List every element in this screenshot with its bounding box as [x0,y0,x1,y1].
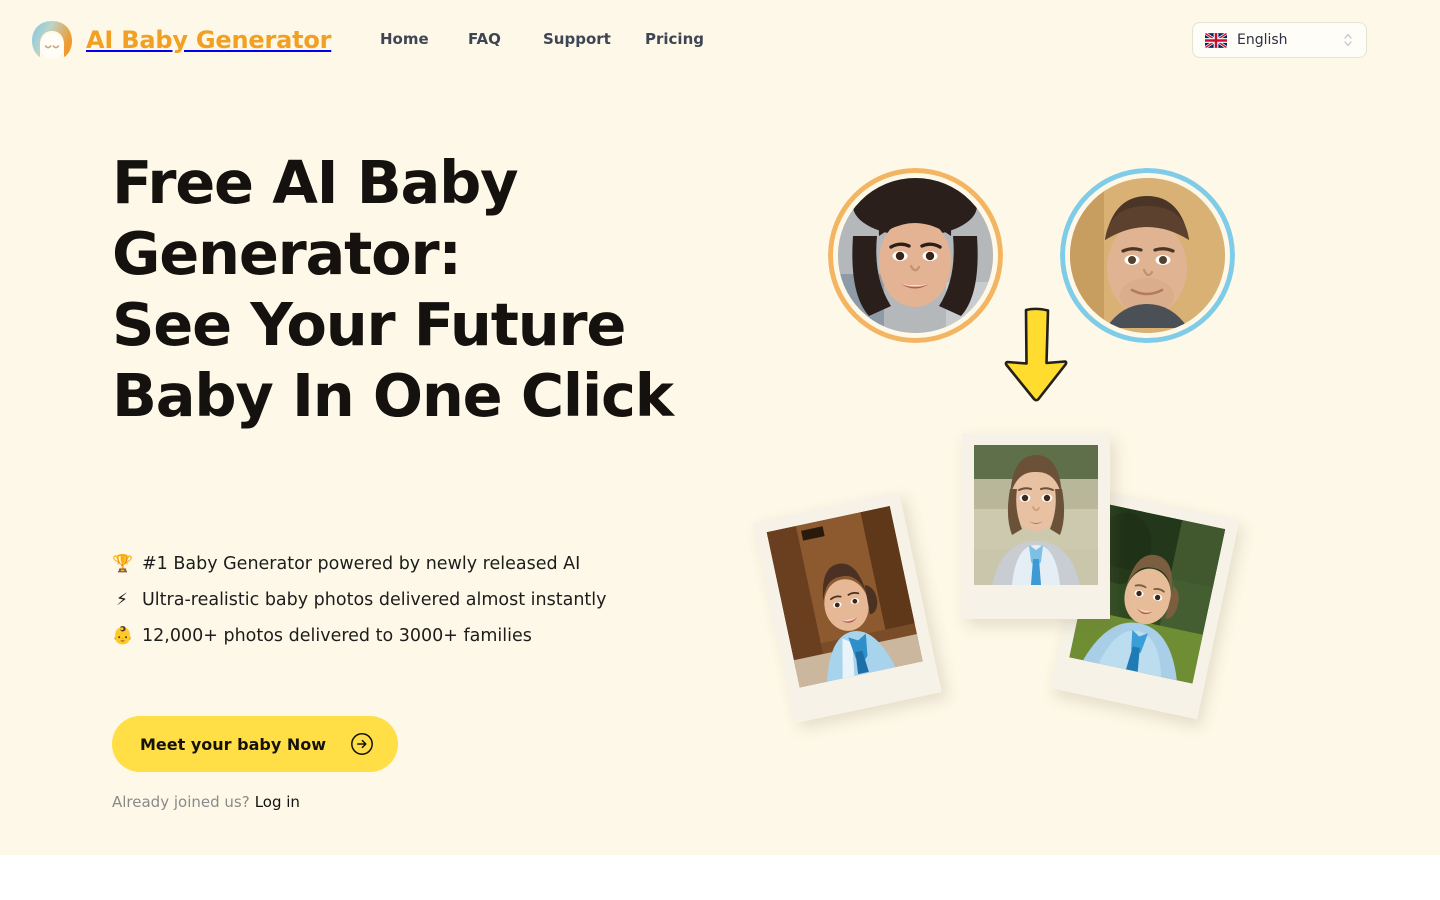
baby-photo-center [962,433,1110,619]
page-title: Free AI Baby Generator: See Your Future … [112,148,674,430]
lightning-icon: ⚡ [116,590,128,610]
page-root: AI Baby Generator Home FAQ Support Prici… [0,0,1440,900]
arrow-down-icon [998,305,1074,405]
bullet-text: 12,000+ photos delivered to 3000+ famili… [142,626,532,646]
baby-photo-center-image [974,445,1098,585]
list-item: ⚡ Ultra-realistic baby photos delivered … [112,582,607,618]
bullet-text: #1 Baby Generator powered by newly relea… [142,554,581,574]
nav-item-support[interactable]: Support [543,30,611,48]
site-header: AI Baby Generator Home FAQ Support Prici… [0,0,1440,80]
uk-flag-icon [1205,32,1227,48]
father-avatar-ring [1060,168,1235,343]
feature-bullet-list: 🏆 #1 Baby Generator powered by newly rel… [112,546,607,654]
brand-name: AI Baby Generator [86,26,332,54]
brand-logo-link[interactable]: AI Baby Generator [28,18,331,62]
login-row: Already joined us? Log in [112,793,300,811]
login-prompt: Already joined us? [112,793,250,811]
list-item: 👶 12,000+ photos delivered to 3000+ fami… [112,618,607,654]
meet-your-baby-button[interactable]: Meet your baby Now [112,716,398,772]
bullet-text: Ultra-realistic baby photos delivered al… [142,590,607,610]
hero-illustration [752,140,1280,800]
mother-avatar [828,168,1003,343]
language-selector[interactable]: English [1192,22,1367,58]
arrow-right-circle-icon [350,732,374,756]
baby-icon: 👶 [112,626,134,646]
trophy-icon: 🏆 [112,554,134,574]
father-avatar [1060,168,1235,343]
baby-photo-left-image [766,505,923,688]
cta-label: Meet your baby Now [140,734,326,754]
mother-avatar-ring [828,168,1003,343]
baby-face-logo-icon [28,18,76,62]
nav-item-faq[interactable]: FAQ [468,30,501,48]
language-value: English [1237,32,1288,48]
baby-photo-left [752,491,942,724]
login-link[interactable]: Log in [255,793,300,811]
list-item: 🏆 #1 Baby Generator powered by newly rel… [112,546,607,582]
chevron-up-down-icon[interactable] [1342,31,1354,49]
nav-item-pricing[interactable]: Pricing [645,30,704,48]
nav-item-home[interactable]: Home [380,30,429,48]
